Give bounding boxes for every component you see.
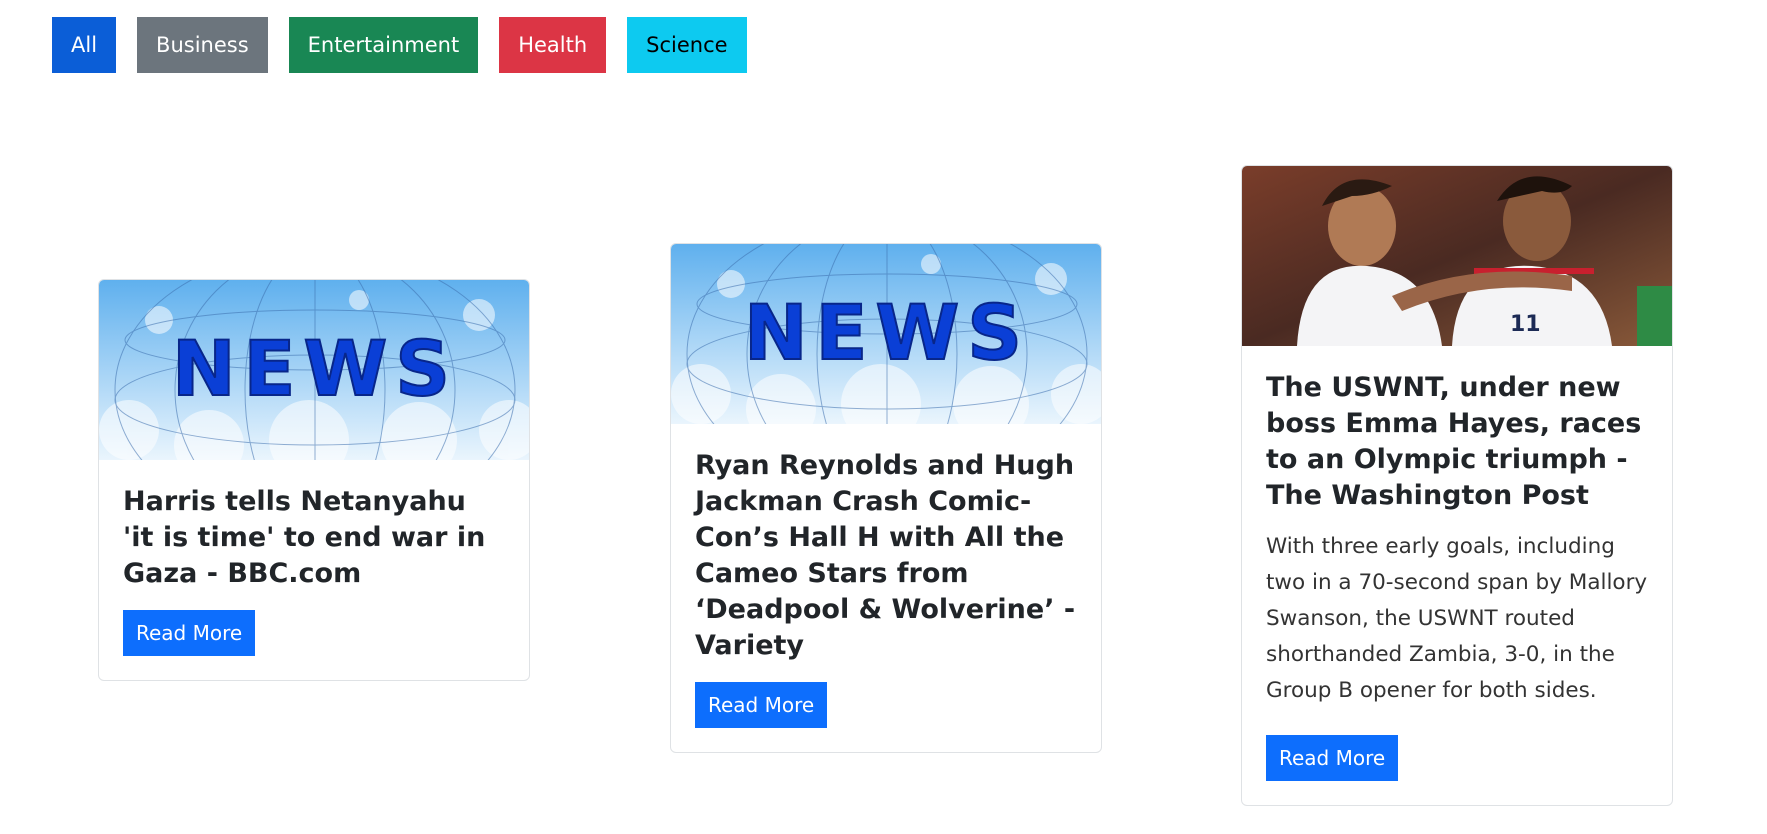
card-title: Harris tells Netanyahu 'it is time' to e… xyxy=(123,486,486,589)
news-word: NEWS xyxy=(172,324,458,413)
read-more-button[interactable]: Read More xyxy=(1266,735,1399,781)
svg-text:11: 11 xyxy=(1510,312,1541,337)
news-placeholder-image: NEWS xyxy=(99,280,529,460)
filter-all-button[interactable]: All xyxy=(52,17,117,73)
filter-business-button[interactable]: Business xyxy=(137,17,268,73)
news-placeholder-image: NEWS xyxy=(671,244,1101,424)
card-title: Ryan Reynolds and Hugh Jackman Crash Com… xyxy=(695,450,1076,661)
read-more-button[interactable]: Read More xyxy=(695,682,828,728)
card-body: Ryan Reynolds and Hugh Jackman Crash Com… xyxy=(671,424,1101,752)
card-description: With three early goals, including two in… xyxy=(1266,534,1648,703)
filter-science-button[interactable]: Science xyxy=(627,17,747,73)
soccer-players-photo: 11 xyxy=(1242,166,1672,346)
card-body: Harris tells Netanyahu 'it is time' to e… xyxy=(99,460,529,680)
news-word: NEWS xyxy=(744,288,1030,377)
card-title: The USWNT, under new boss Emma Hayes, ra… xyxy=(1266,372,1642,511)
news-card: NEWS Harris tells Netanyahu 'it is time'… xyxy=(98,279,530,681)
filter-entertainment-button[interactable]: Entertainment xyxy=(288,17,479,73)
card-body: The USWNT, under new boss Emma Hayes, ra… xyxy=(1242,346,1672,805)
news-card: NEWS Ryan Reynolds and Hugh Jackman Cras… xyxy=(670,243,1102,753)
read-more-button[interactable]: Read More xyxy=(123,610,256,656)
news-card: 11 The USWNT, under new boss Emma Hayes,… xyxy=(1241,165,1673,806)
category-filters: All Business Entertainment Health Scienc… xyxy=(52,17,747,73)
filter-health-button[interactable]: Health xyxy=(499,17,607,73)
